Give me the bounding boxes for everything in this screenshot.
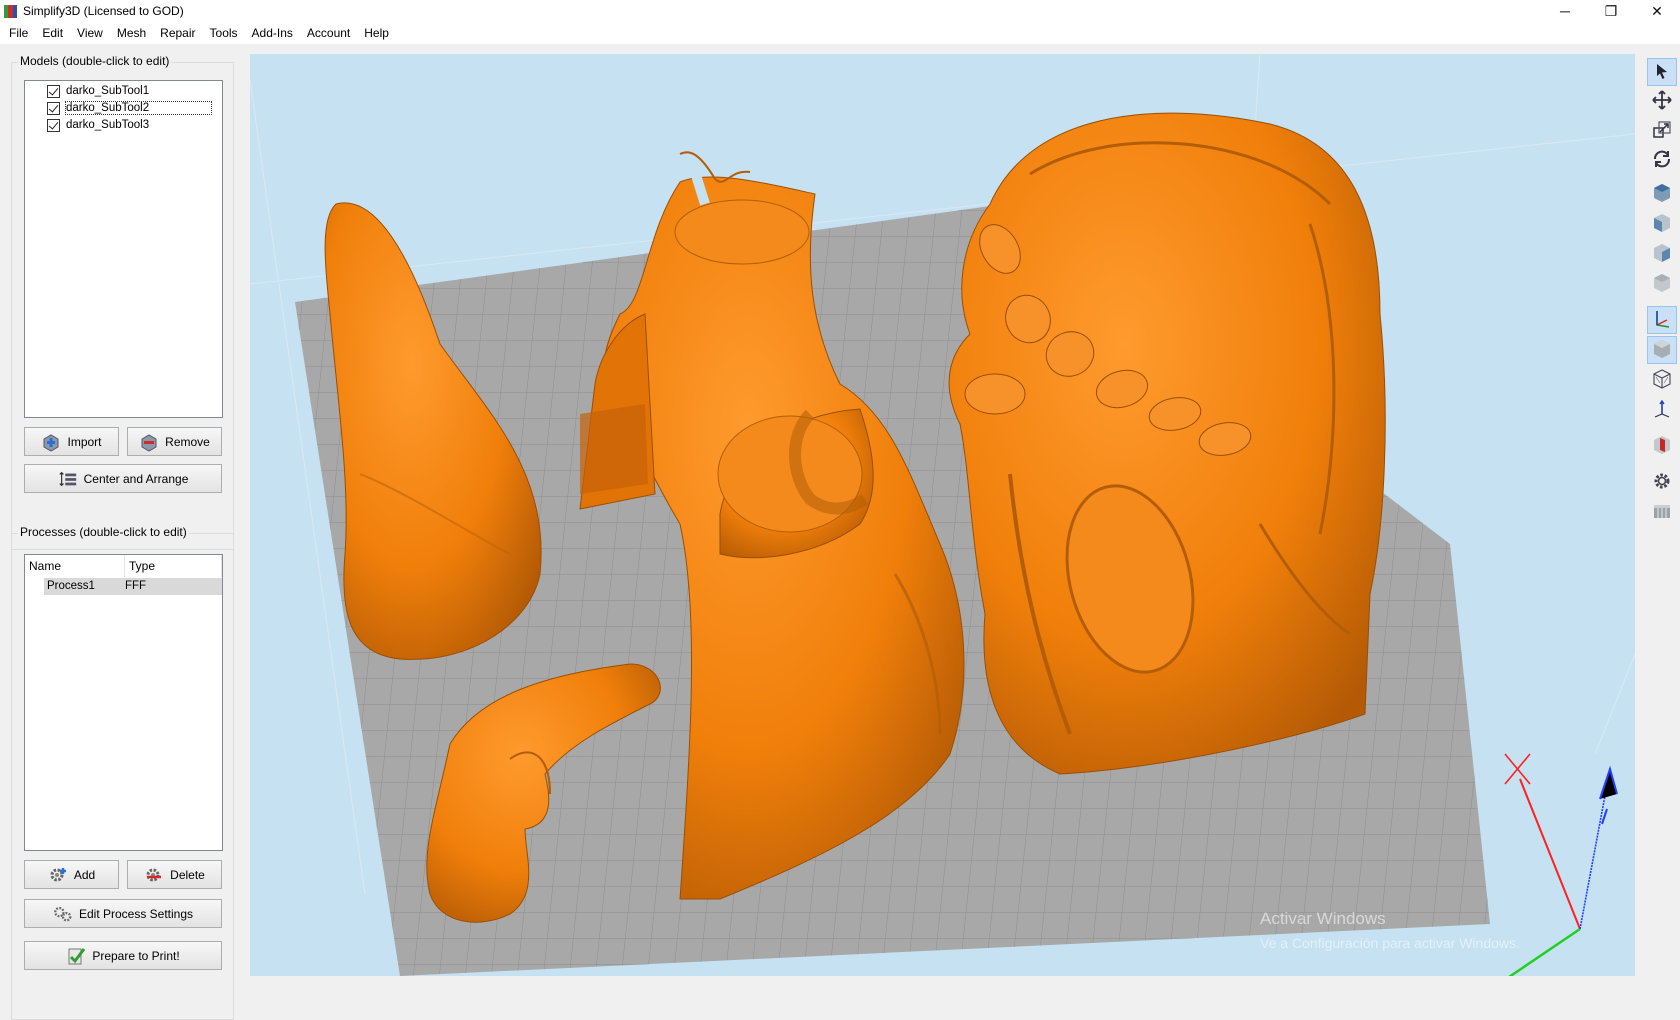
scale-tool[interactable] (1647, 116, 1677, 144)
import-icon (41, 432, 61, 452)
rotate-icon (1651, 148, 1673, 173)
process-name: Process1 (47, 580, 95, 592)
wireframe-view-button[interactable] (1647, 366, 1677, 394)
delete-gear-icon (144, 865, 164, 885)
print-bed-button[interactable] (1647, 498, 1677, 526)
view-front-button[interactable] (1647, 210, 1677, 238)
menu-account[interactable]: Account (300, 22, 357, 44)
solid-view-icon (1651, 338, 1673, 363)
app-logo-icon (4, 4, 17, 18)
models-group: Models (double-click to edit) darko_SubT… (11, 54, 234, 550)
section-icon (1651, 434, 1673, 459)
menu-repair[interactable]: Repair (153, 22, 202, 44)
add-process-button[interactable]: Add (24, 860, 119, 889)
close-button[interactable]: ✕ (1634, 0, 1680, 22)
axis-view-button[interactable] (1647, 396, 1677, 424)
delete-process-label: Delete (170, 867, 205, 882)
axes-toggle-icon (1651, 308, 1673, 333)
rotate-tool[interactable] (1647, 146, 1677, 174)
select-tool[interactable] (1647, 58, 1677, 86)
minimize-button[interactable]: ─ (1542, 0, 1588, 22)
view-top-button[interactable] (1647, 180, 1677, 208)
view-toolbar (1645, 54, 1680, 976)
settings-gear-icon (1651, 470, 1673, 495)
menu-help[interactable]: Help (357, 22, 396, 44)
view-right-icon (1651, 272, 1673, 297)
processes-group: Processes (double-click to edit) Name Ty… (11, 525, 234, 1020)
process-row[interactable]: Process1 FFF (44, 578, 222, 595)
cross-section-button[interactable] (1647, 432, 1677, 460)
add-gear-icon (48, 865, 68, 885)
model-label: darko_SubTool1 (66, 85, 150, 97)
window-title: Simplify3D (Licensed to GOD) (23, 4, 184, 18)
model-checkbox[interactable] (47, 101, 60, 115)
move-icon (1652, 89, 1672, 113)
scene-canvas[interactable]: Activar Windows Ve a Configuración para … (250, 54, 1635, 976)
view-front-icon (1651, 212, 1673, 237)
model-label: darko_SubTool3 (66, 119, 150, 131)
add-process-label: Add (73, 867, 96, 882)
column-type-header[interactable]: Type (125, 555, 222, 577)
center-arrange-button[interactable]: Center and Arrange (24, 464, 222, 493)
edit-process-settings-button[interactable]: Edit Process Settings (24, 899, 222, 928)
menu-bar: File Edit View Mesh Repair Tools Add-Ins… (0, 22, 1680, 44)
import-label: Import (67, 434, 102, 449)
axis-icon (1651, 398, 1673, 423)
watermark-subtitle: Ve a Configuración para activar Windows. (1260, 935, 1520, 951)
left-panel: Models (double-click to edit) darko_SubT… (0, 44, 245, 1020)
view-left-button[interactable] (1647, 240, 1677, 268)
watermark-title: Activar Windows (1260, 909, 1386, 928)
column-name-header[interactable]: Name (25, 555, 125, 577)
model-item[interactable]: darko_SubTool1 (47, 83, 149, 99)
menu-tools[interactable]: Tools (203, 22, 245, 44)
axes-toggle-button[interactable] (1647, 306, 1677, 334)
restore-button[interactable]: ❐ (1588, 0, 1634, 22)
model-checkbox[interactable] (47, 84, 60, 98)
prepare-to-print-label: Prepare to Print! (92, 948, 180, 963)
model-label: darko_SubTool2 (64, 101, 213, 115)
models-group-title: Models (double-click to edit) (18, 54, 172, 68)
models-list[interactable]: darko_SubTool1 darko_SubTool2 darko_SubT… (24, 80, 223, 418)
remove-button[interactable]: Remove (127, 427, 222, 456)
menu-mesh[interactable]: Mesh (110, 22, 153, 44)
solid-view-button[interactable] (1647, 336, 1677, 364)
edit-process-settings-label: Edit Process Settings (78, 906, 194, 921)
processes-group-title: Processes (double-click to edit) (18, 525, 189, 539)
view-left-icon (1651, 242, 1673, 267)
settings-gears-icon (53, 904, 73, 924)
settings-button[interactable] (1647, 468, 1677, 496)
title-bar: Simplify3D (Licensed to GOD) ─ ❐ ✕ (0, 0, 1680, 22)
prepare-to-print-button[interactable]: Prepare to Print! (24, 941, 222, 970)
menu-view[interactable]: View (70, 22, 110, 44)
prepare-checkmark-icon (66, 946, 86, 966)
select-icon (1653, 62, 1671, 83)
model-item[interactable]: darko_SubTool2 (47, 100, 213, 116)
remove-label: Remove (165, 434, 210, 449)
menu-file[interactable]: File (2, 22, 35, 44)
arrange-icon (58, 469, 78, 489)
model-item[interactable]: darko_SubTool3 (47, 117, 149, 133)
delete-process-button[interactable]: Delete (127, 860, 222, 889)
scale-icon (1652, 119, 1672, 142)
remove-icon (139, 432, 159, 452)
processes-list[interactable]: Name Type Process1 FFF (24, 554, 223, 851)
menu-edit[interactable]: Edit (35, 22, 70, 44)
view-top-icon (1651, 182, 1673, 207)
move-tool[interactable] (1647, 87, 1677, 115)
model-darko-subtool-head[interactable] (948, 112, 1386, 775)
3d-viewport[interactable]: Activar Windows Ve a Configuración para … (250, 54, 1635, 976)
import-button[interactable]: Import (24, 427, 119, 456)
model-checkbox[interactable] (47, 118, 60, 132)
process-type: FFF (125, 580, 147, 592)
print-bed-icon (1651, 500, 1673, 525)
center-arrange-label: Center and Arrange (83, 471, 189, 486)
menu-add-ins[interactable]: Add-Ins (245, 22, 300, 44)
view-right-button[interactable] (1647, 270, 1677, 298)
wireframe-icon (1651, 368, 1673, 393)
